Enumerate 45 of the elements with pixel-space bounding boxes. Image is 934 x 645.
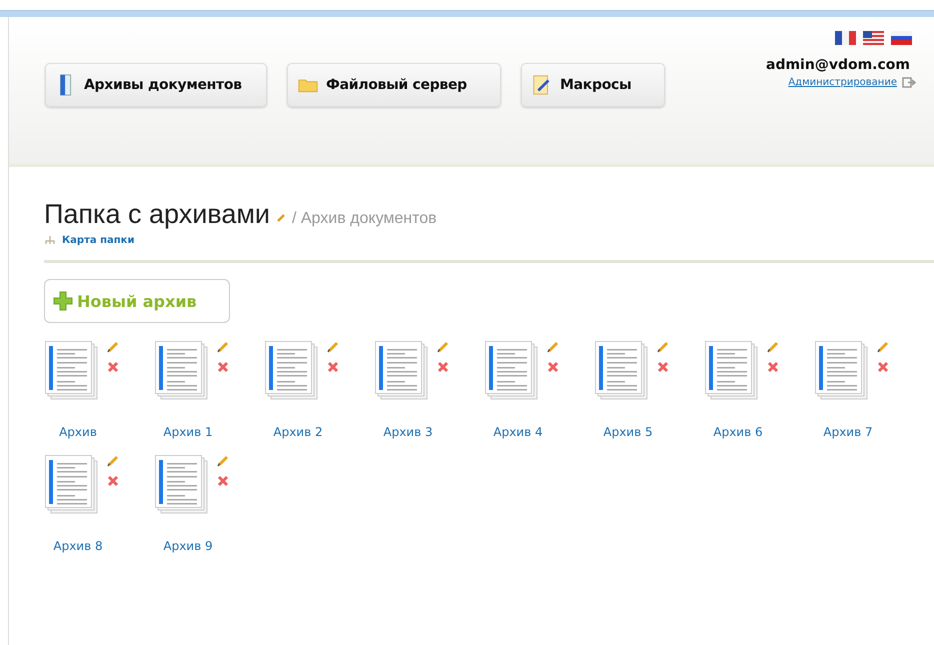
admin-link[interactable]: Администрирование bbox=[788, 77, 897, 88]
document-stack-icon[interactable] bbox=[595, 341, 649, 401]
delete-icon[interactable] bbox=[657, 361, 669, 373]
flag-icon[interactable] bbox=[835, 31, 856, 45]
delete-icon[interactable] bbox=[107, 361, 119, 373]
delete-icon[interactable] bbox=[547, 361, 559, 373]
nav-button[interactable]: Архивы документов bbox=[45, 63, 267, 107]
document-stack-icon[interactable] bbox=[155, 341, 209, 401]
notepad-pencil-icon bbox=[532, 74, 552, 96]
archive-link[interactable]: Архив 8 bbox=[53, 539, 103, 553]
document-stack-icon[interactable] bbox=[155, 455, 209, 515]
archive-link[interactable]: Архив 2 bbox=[273, 425, 323, 439]
archive-link[interactable]: Архив 1 bbox=[163, 425, 213, 439]
logout-icon[interactable] bbox=[902, 77, 916, 88]
delete-icon[interactable] bbox=[217, 475, 229, 487]
nav-button[interactable]: Файловый сервер bbox=[287, 63, 501, 107]
document-stack-icon[interactable] bbox=[45, 455, 99, 515]
flag-icon[interactable] bbox=[891, 31, 912, 45]
archive-link[interactable]: Архив 4 bbox=[493, 425, 543, 439]
delete-icon[interactable] bbox=[217, 361, 229, 373]
folder-map-link[interactable]: Карта папки bbox=[62, 235, 134, 246]
archive-link[interactable]: Архив 7 bbox=[823, 425, 873, 439]
plus-icon bbox=[53, 291, 73, 311]
archive-link[interactable]: Архив 9 bbox=[163, 539, 213, 553]
document-stack-icon[interactable] bbox=[705, 341, 759, 401]
document-stack-icon[interactable] bbox=[375, 341, 429, 401]
document-stack-icon[interactable] bbox=[45, 341, 99, 401]
document-stack-icon[interactable] bbox=[485, 341, 539, 401]
user-email: admin@vdom.com bbox=[766, 57, 910, 73]
archive-link[interactable]: Архив 5 bbox=[603, 425, 653, 439]
document-stack-icon[interactable] bbox=[265, 341, 319, 401]
delete-icon[interactable] bbox=[327, 361, 339, 373]
delete-icon[interactable] bbox=[107, 475, 119, 487]
archive-link[interactable]: Архив 6 bbox=[713, 425, 763, 439]
delete-icon[interactable] bbox=[877, 361, 889, 373]
tree-icon bbox=[44, 235, 56, 246]
breadcrumb: / Архив документов bbox=[292, 210, 437, 228]
delete-icon[interactable] bbox=[437, 361, 449, 373]
delete-icon[interactable] bbox=[767, 361, 779, 373]
archive-link[interactable]: Архив 3 bbox=[383, 425, 433, 439]
page-title: Папка с архивами bbox=[44, 199, 270, 230]
nav-button[interactable]: Макросы bbox=[521, 63, 665, 107]
flag-icon[interactable] bbox=[863, 31, 884, 45]
document-stack-icon[interactable] bbox=[815, 341, 869, 401]
archive-link[interactable]: Архив bbox=[59, 425, 97, 439]
